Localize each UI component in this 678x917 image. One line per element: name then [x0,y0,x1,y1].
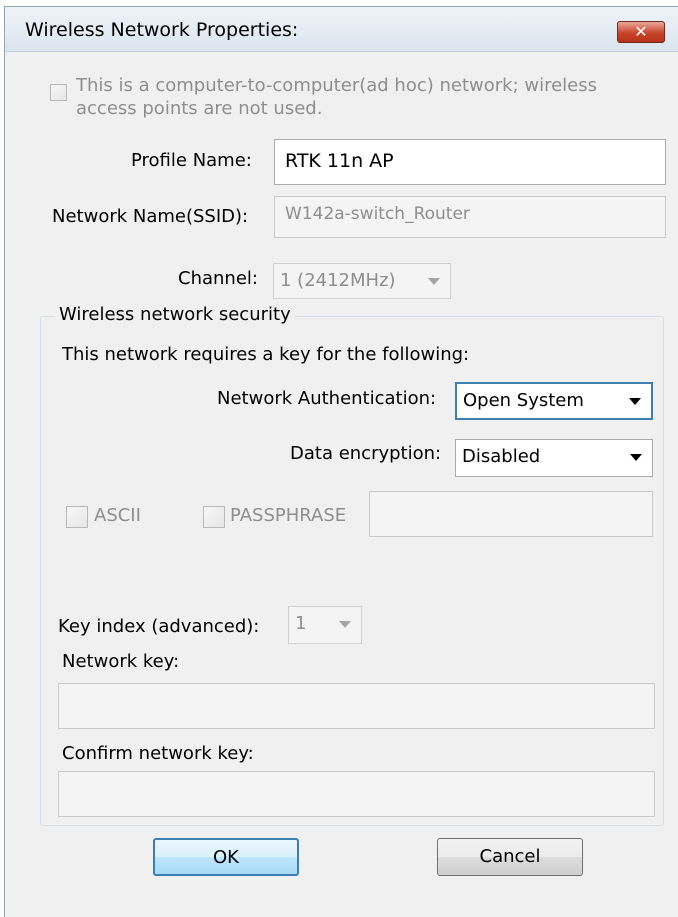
ssid-input[interactable]: W142a-switch_Router [274,196,666,238]
data-encryption-label: Data encryption: [290,443,442,464]
dialog-title: Wireless Network Properties: [25,19,299,41]
adhoc-label: This is a computer-to-computer(ad hoc) n… [76,75,597,119]
channel-label: Channel: [178,268,258,289]
ssid-label: Network Name(SSID): [52,206,249,227]
title-bar: Wireless Network Properties: ✕ [5,7,678,52]
network-auth-value: Open System [463,390,584,411]
adhoc-checkbox[interactable] [50,84,67,101]
network-auth-label: Network Authentication: [217,388,437,409]
network-key-label: Network key: [62,651,180,672]
close-icon: ✕ [634,22,648,41]
requires-key-text: This network requires a key for the foll… [62,344,470,365]
ascii-label: ASCII [94,505,141,526]
confirm-key-label: Confirm network key: [62,743,254,764]
data-encryption-select[interactable]: Disabled [455,439,653,477]
network-key-input[interactable] [58,683,655,729]
data-encryption-value: Disabled [462,446,541,467]
profile-name-input[interactable]: RTK 11n AP [274,139,666,185]
ascii-checkbox[interactable] [66,506,88,528]
close-button[interactable]: ✕ [617,21,665,43]
chevron-down-icon [339,621,351,628]
key-index-value: 1 [295,613,307,634]
chevron-down-icon [629,398,641,405]
channel-select[interactable]: 1 (2412MHz) [273,263,451,299]
cancel-button[interactable]: Cancel [437,838,583,876]
passphrase-label: PASSPHRASE [230,505,347,526]
confirm-key-input[interactable] [58,771,655,817]
key-index-label: Key index (advanced): [58,616,260,637]
passphrase-checkbox[interactable] [203,506,225,528]
profile-name-label: Profile Name: [131,150,252,171]
chevron-down-icon [630,454,642,461]
key-index-select[interactable]: 1 [288,606,362,644]
network-auth-select[interactable]: Open System [455,382,653,420]
ok-button[interactable]: OK [153,838,299,876]
passphrase-input[interactable] [369,491,653,537]
security-group-title: Wireless network security [55,304,295,325]
chevron-down-icon [428,278,440,285]
channel-value: 1 (2412MHz) [280,270,396,291]
